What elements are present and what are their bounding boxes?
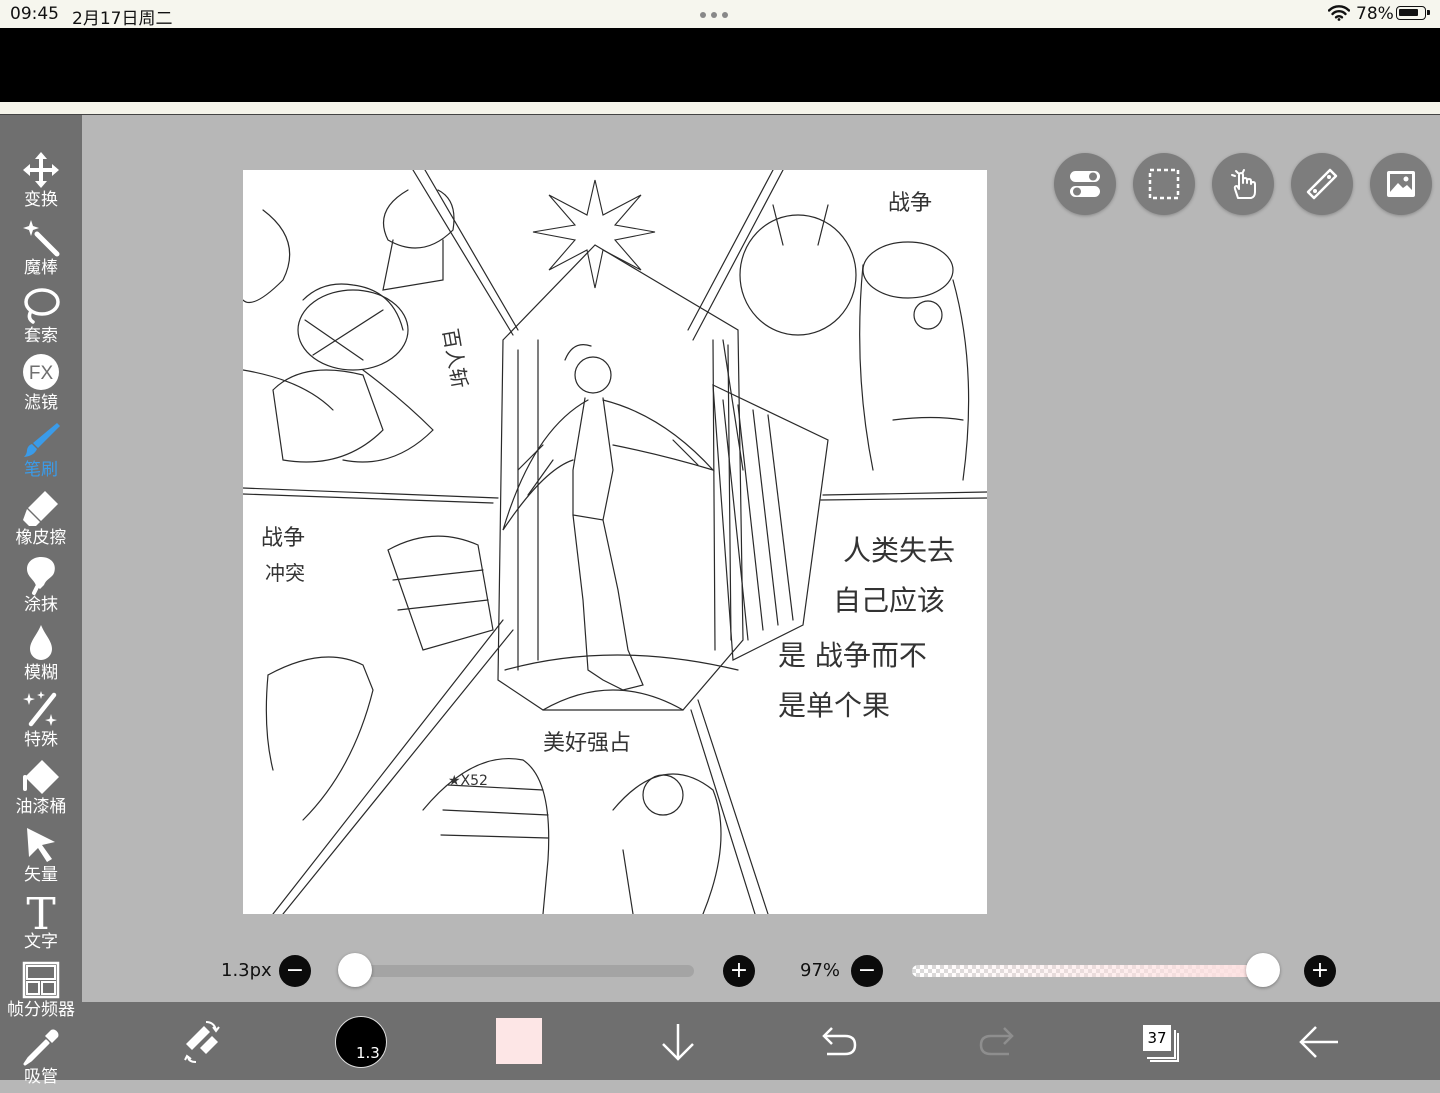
size-slider-thumb[interactable] xyxy=(338,953,372,987)
opacity-slider-thumb[interactable] xyxy=(1246,953,1281,987)
sketch-text: 是 战争而不 xyxy=(778,639,927,672)
color-swatch[interactable] xyxy=(496,1018,542,1064)
hand-gesture-icon xyxy=(1231,169,1256,199)
layer-count: 37 xyxy=(1143,1025,1171,1051)
paint-bucket-icon xyxy=(23,760,59,794)
tool-label: 吸管 xyxy=(24,1067,58,1087)
sketch-text: ★X52 xyxy=(448,773,488,789)
lasso-icon xyxy=(24,288,60,324)
star-burst xyxy=(532,179,656,289)
wifi-icon xyxy=(1328,5,1350,21)
tool-label: 油漆桶 xyxy=(15,797,67,817)
multitask-dots-icon[interactable] xyxy=(700,12,728,18)
image-reference-icon xyxy=(1387,171,1415,197)
brush-size-value: 1.3 xyxy=(356,1044,380,1062)
drawing-canvas[interactable]: 战争 百人斩 战争 冲突 人类失去 自己应该 是 战争而不 是单个果 美好强占 … xyxy=(242,169,988,915)
blur-drop-icon xyxy=(30,625,52,660)
toggle-switch-icon xyxy=(1070,171,1100,197)
sketch-text: 战争 xyxy=(888,191,932,216)
fx-filter-icon: FX xyxy=(23,354,59,390)
selection-button[interactable] xyxy=(1133,153,1195,215)
tool-sidebar: 变换 魔棒 套索 FX 滤镜 笔刷 橡皮擦 涂抹 模糊 特殊 油漆桶 矢量 T … xyxy=(0,115,82,1087)
tool-blur[interactable]: 模糊 xyxy=(0,623,82,689)
text-icon: T xyxy=(26,892,55,932)
tool-smudge[interactable]: 涂抹 xyxy=(0,555,82,621)
tool-label: 涂抹 xyxy=(24,595,58,615)
special-sparkle-icon xyxy=(23,691,57,727)
magic-wand-icon xyxy=(23,220,60,257)
svg-text:FX: FX xyxy=(29,363,54,384)
ruler-icon xyxy=(1306,168,1338,200)
redo-icon[interactable] xyxy=(971,1014,1025,1070)
status-date: 2月17日周二 xyxy=(72,9,173,29)
tool-brush[interactable]: 笔刷 xyxy=(0,420,82,486)
tool-filter[interactable]: FX 滤镜 xyxy=(0,353,82,419)
brush-size-label: 1.3px xyxy=(221,960,272,981)
bottom-toolbar xyxy=(82,1002,1440,1080)
size-minus-button[interactable]: − xyxy=(279,955,311,987)
frame-divider-icon xyxy=(22,961,60,999)
status-bar: 09:45 2月17日周二 78% xyxy=(0,0,1440,29)
tool-label: 橡皮擦 xyxy=(15,528,67,548)
sketch-text: 冲突 xyxy=(265,561,305,585)
eyedropper-icon xyxy=(23,1029,59,1066)
battery-percent: 78% xyxy=(1356,4,1394,24)
tool-label: 滤镜 xyxy=(24,393,58,413)
undo-icon[interactable] xyxy=(811,1014,865,1070)
tool-label: 模糊 xyxy=(24,663,58,683)
sketch-text: 美好强占 xyxy=(543,731,631,756)
tool-label: 文字 xyxy=(24,932,58,952)
sketch-text: 是单个果 xyxy=(778,689,890,722)
battery-icon xyxy=(1396,6,1430,20)
sketch-text: 百人斩 xyxy=(438,327,472,390)
sketch-text: 人类失去 xyxy=(843,534,955,567)
vector-cursor-icon xyxy=(27,828,55,862)
selection-rect-icon xyxy=(1148,168,1180,200)
eraser-icon xyxy=(23,491,58,526)
status-time: 09:45 xyxy=(10,4,59,24)
tool-label: 套索 xyxy=(24,326,58,346)
opacity-label: 97% xyxy=(800,960,841,981)
move-arrows-icon xyxy=(23,152,59,188)
tool-vector[interactable]: 矢量 xyxy=(0,825,82,891)
sketch-text: 自己应该 xyxy=(833,584,945,617)
tool-magic-wand[interactable]: 魔棒 xyxy=(0,218,82,284)
brush-icon xyxy=(24,423,60,457)
svg-text:T: T xyxy=(26,892,55,932)
tool-label: 魔棒 xyxy=(24,258,58,278)
tool-label: 帧分频器 xyxy=(7,1000,75,1020)
download-arrow-icon[interactable] xyxy=(651,1014,705,1070)
brush-preview[interactable]: 1.3 xyxy=(335,1016,387,1068)
tool-label: 变换 xyxy=(24,190,58,210)
opacity-slider-track[interactable] xyxy=(912,965,1274,977)
reference-image-button[interactable] xyxy=(1370,153,1432,215)
ruler-button[interactable] xyxy=(1291,153,1353,215)
sketch-text: 战争 xyxy=(261,526,305,551)
opacity-minus-button[interactable]: − xyxy=(851,955,883,987)
tool-frame-divider[interactable]: 帧分频器 xyxy=(0,960,82,1026)
tool-text[interactable]: T 文字 xyxy=(0,892,82,958)
tool-eraser[interactable]: 橡皮擦 xyxy=(0,488,82,554)
tool-label: 特殊 xyxy=(24,730,58,750)
size-slider-track[interactable] xyxy=(352,965,694,977)
tool-lasso[interactable]: 套索 xyxy=(0,286,82,352)
layers-button[interactable]: 37 xyxy=(1140,1022,1179,1062)
tool-label: 笔刷 xyxy=(24,460,58,480)
opacity-plus-button[interactable]: + xyxy=(1304,955,1336,987)
title-strip xyxy=(0,102,1440,115)
sketch-artwork: 战争 百人斩 战争 冲突 人类失去 自己应该 是 战争而不 是单个果 美好强占 … xyxy=(242,169,988,915)
toggle-button[interactable] xyxy=(1054,153,1116,215)
swap-colors-icon[interactable] xyxy=(176,1014,230,1070)
tool-label: 矢量 xyxy=(24,865,58,885)
back-arrow-icon[interactable] xyxy=(1292,1014,1346,1070)
tool-special[interactable]: 特殊 xyxy=(0,690,82,756)
size-plus-button[interactable]: + xyxy=(723,955,755,987)
tool-paint-bucket[interactable]: 油漆桶 xyxy=(0,757,82,823)
tool-eyedropper[interactable]: 吸管 xyxy=(0,1027,82,1093)
tool-transform[interactable]: 变换 xyxy=(0,150,82,216)
gesture-button[interactable] xyxy=(1212,153,1274,215)
top-black-bar xyxy=(0,28,1440,102)
smudge-icon xyxy=(27,557,55,595)
